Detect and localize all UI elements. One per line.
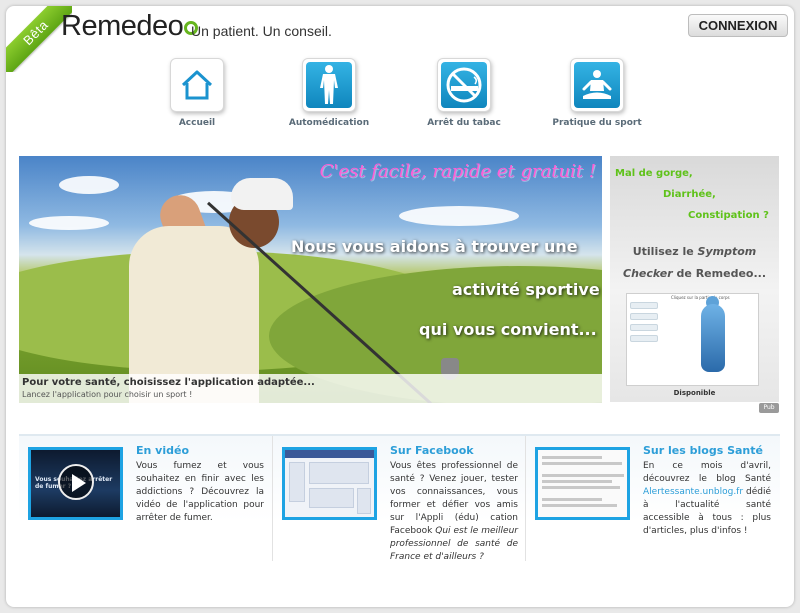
human-body-icon xyxy=(302,58,356,112)
cloud xyxy=(29,216,109,230)
feature-cards: Vous souhaitez arrêter de fumer ? En vid… xyxy=(19,434,780,564)
banner-caption[interactable]: Pour votre santé, choisissez l'applicati… xyxy=(19,374,602,403)
card-text: Vous êtes professionnel de santé ? Venez… xyxy=(390,460,518,564)
ad-shot-body xyxy=(701,304,725,372)
main-nav: Accueil Automédication Arrêt du tabac Pr… xyxy=(6,58,794,138)
nav-item-arret-tabac[interactable]: Arrêt du tabac xyxy=(404,58,524,128)
banner-line-1: Nous vous aidons à trouver une xyxy=(291,237,578,256)
ad-text-2: de Remedeo... xyxy=(676,267,766,280)
banner-line-3: qui vous convient... xyxy=(419,320,597,339)
blog-link[interactable]: Alertessante.unblog.fr xyxy=(643,487,743,497)
card-text: En ce mois d'avril, découvrez le blog Sa… xyxy=(643,460,771,538)
nav-item-automedication[interactable]: Automédication xyxy=(269,58,389,128)
banner-slogan: C'est facile, rapide et gratuit ! xyxy=(319,161,596,182)
card-title[interactable]: Sur les blogs Santé xyxy=(643,444,763,457)
ad-available: Disponible xyxy=(673,389,716,397)
ad-text-2-italic: Checker xyxy=(623,267,673,280)
card-video[interactable]: Vous souhaitez arrêter de fumer ? En vid… xyxy=(19,436,272,561)
ad-symptom-3: Constipation ? xyxy=(688,210,769,221)
no-smoking-icon xyxy=(437,58,491,112)
nav-label: Arrêt du tabac xyxy=(427,118,501,128)
nav-item-accueil[interactable]: Accueil xyxy=(137,58,257,128)
ad-symptom-2: Diarrhée, xyxy=(663,189,716,200)
ad-text-line-1: Utilisez le Symptom xyxy=(610,245,779,258)
banner-line-2: activité sportive xyxy=(452,280,600,299)
card-title[interactable]: En vidéo xyxy=(136,444,189,457)
tagline: Un patient. Un conseil. xyxy=(191,23,332,39)
blog-thumbnail[interactable] xyxy=(535,447,630,520)
ad-shot-sidebar xyxy=(630,302,658,362)
nav-label: Automédication xyxy=(288,118,370,128)
ad-text-1: Utilisez le xyxy=(632,245,694,258)
cloud xyxy=(399,206,519,226)
logo[interactable]: Remedeo xyxy=(61,10,199,43)
card-title[interactable]: Sur Facebook xyxy=(390,444,474,457)
video-thumbnail[interactable]: Vous souhaitez arrêter de fumer ? xyxy=(28,447,123,520)
card-facebook[interactable]: Sur Facebook Vous êtes professionnel de … xyxy=(272,436,525,564)
cloud xyxy=(59,176,119,194)
banner-caption-title: Pour votre santé, choisissez l'applicati… xyxy=(22,377,315,388)
card-text-before: En ce mois d'avril, découvrez le blog Sa… xyxy=(643,461,771,484)
connexion-button[interactable]: CONNEXION xyxy=(688,14,788,37)
ad-text-line-2: Checker de Remedeo... xyxy=(610,267,779,280)
golfer-cap xyxy=(231,178,293,210)
symptom-checker-ad[interactable]: Mal de gorge, Diarrhée, Constipation ? U… xyxy=(610,156,779,402)
ad-shot-title: Cliquez sur la partie du corps xyxy=(671,295,730,300)
card-blogs[interactable]: Sur les blogs Santé En ce mois d'avril, … xyxy=(525,436,778,561)
hero-banner[interactable]: C'est facile, rapide et gratuit ! Nous v… xyxy=(19,156,602,403)
ad-text-1-italic: Symptom xyxy=(697,245,757,258)
page: Bêta Remedeo Un patient. Un conseil. CON… xyxy=(6,6,794,607)
nav-label: Pratique du sport xyxy=(552,118,642,128)
banner-caption-sub: Lancez l'application pour choisir un spo… xyxy=(22,390,193,399)
pub-badge: Pub xyxy=(759,403,779,413)
card-text: Vous fumez et vous souhaitez en finir av… xyxy=(136,461,264,523)
nav-item-sport[interactable]: Pratique du sport xyxy=(537,58,657,128)
ad-symptom-1: Mal de gorge, xyxy=(615,168,693,179)
logo-text: Remedeo xyxy=(61,10,184,42)
card-text-main: Vous êtes professionnel de santé ? Venez… xyxy=(390,461,518,536)
home-icon xyxy=(170,58,224,112)
meditation-icon xyxy=(570,58,624,112)
facebook-thumbnail[interactable] xyxy=(282,447,377,520)
nav-label: Accueil xyxy=(178,118,216,128)
play-icon[interactable] xyxy=(58,464,94,500)
ad-app-screenshot: Cliquez sur la partie du corps xyxy=(626,293,759,386)
